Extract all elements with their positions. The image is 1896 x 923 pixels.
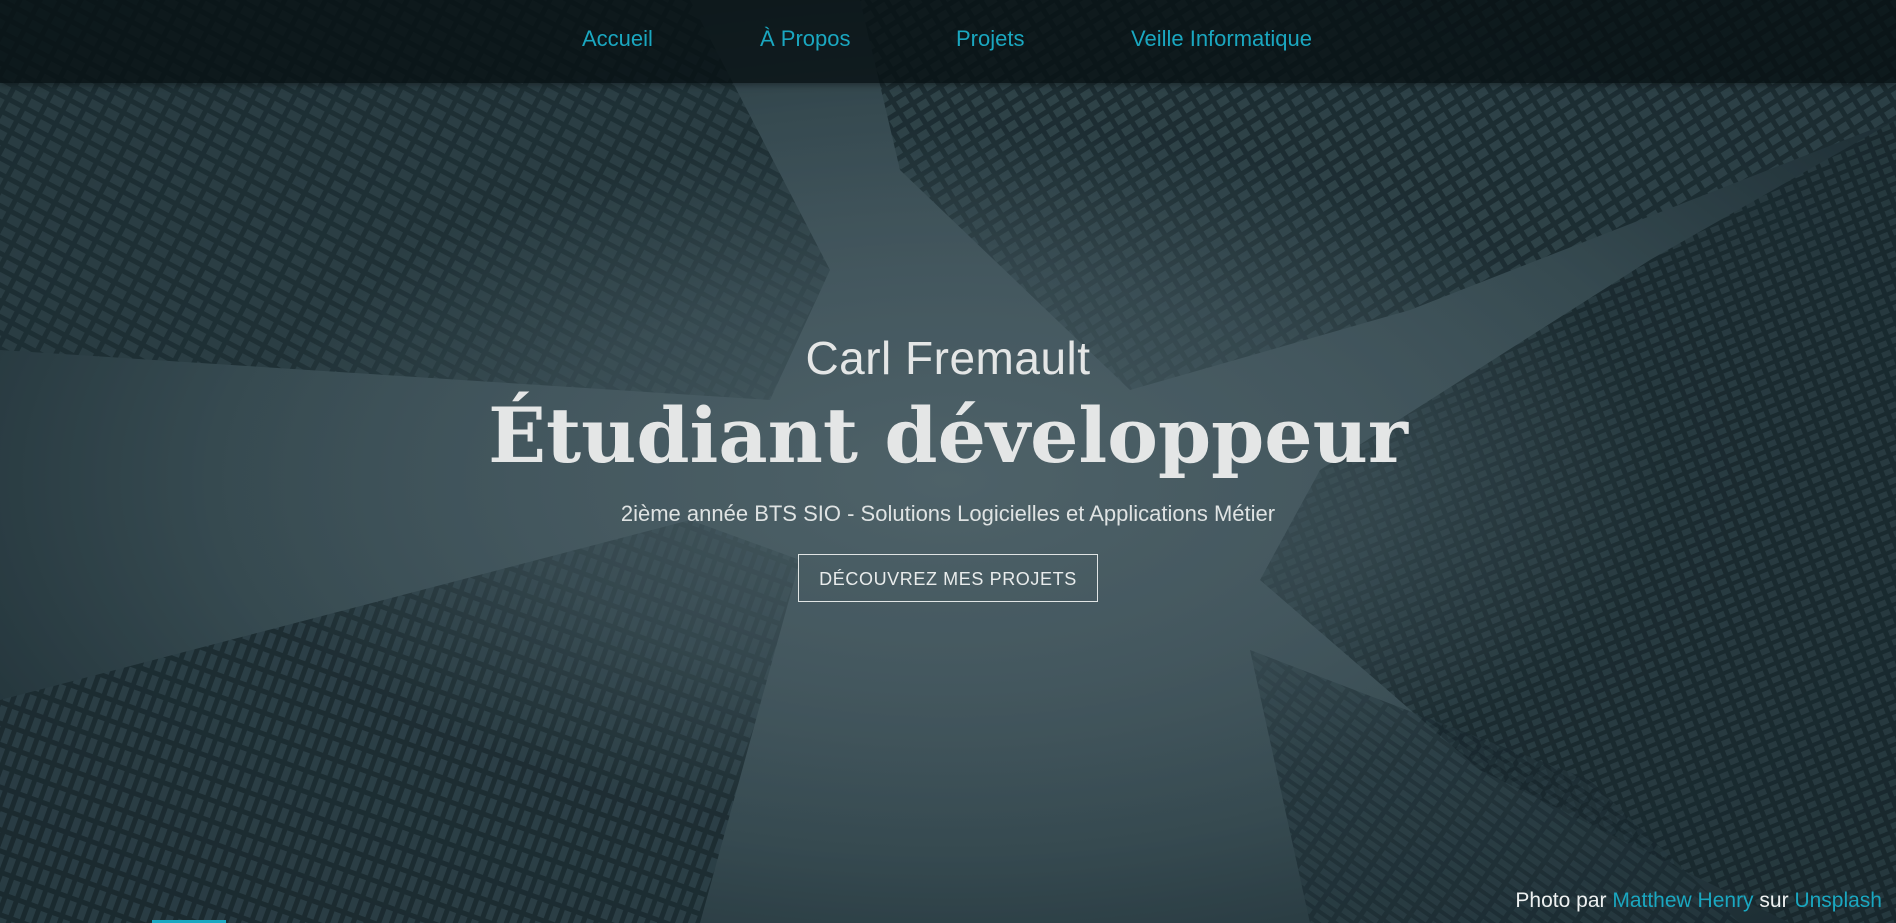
hero-subtitle: 2ième année BTS SIO - Solutions Logiciel… [620, 501, 1276, 526]
nav-link-accueil[interactable]: Accueil [582, 26, 653, 52]
photo-credit-prefix: Photo par [1515, 889, 1607, 912]
hero-name: Carl Fremault [805, 332, 1091, 384]
photo-credit-site-link[interactable]: Unsplash [1794, 889, 1882, 912]
photo-credit: Photo par Matthew Henry sur Unsplash [1515, 889, 1882, 913]
photo-credit-author-link[interactable]: Matthew Henry [1612, 889, 1753, 912]
photo-credit-middle: sur [1759, 889, 1789, 912]
top-navbar: Accueil À Propos Projets Veille Informat… [0, 0, 1896, 83]
hero-headline: Étudiant développeur [488, 391, 1408, 480]
nav-link-veille-informatique[interactable]: Veille Informatique [1131, 26, 1312, 52]
hero-content: Carl Fremault Étudiant développeur 2ième… [0, 330, 1896, 602]
discover-projects-button[interactable]: DÉCOUVREZ MES PROJETS [798, 554, 1098, 602]
nav-link-a-propos[interactable]: À Propos [760, 26, 851, 52]
hero-section: Accueil À Propos Projets Veille Informat… [0, 0, 1896, 923]
nav-link-projets[interactable]: Projets [956, 26, 1024, 52]
